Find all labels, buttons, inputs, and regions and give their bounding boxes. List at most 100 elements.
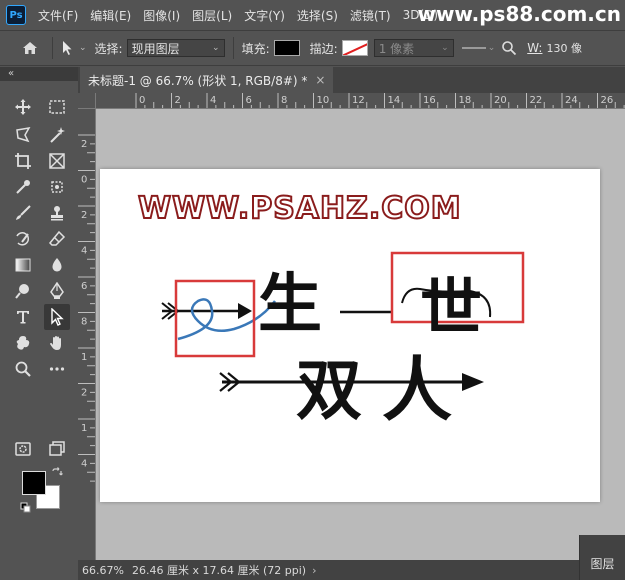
ruler-tick-label: 14 bbox=[388, 95, 401, 106]
search-icon[interactable] bbox=[501, 40, 517, 56]
eraser-tool[interactable] bbox=[44, 226, 70, 252]
drop-icon bbox=[52, 258, 62, 272]
hand-tool[interactable] bbox=[44, 330, 70, 356]
type-tool[interactable] bbox=[10, 304, 36, 330]
screen-mode-button[interactable] bbox=[44, 436, 70, 462]
menu-filter[interactable]: 滤镜(T) bbox=[350, 7, 391, 24]
type-icon bbox=[17, 311, 29, 324]
menu-file[interactable]: 文件(F) bbox=[38, 7, 78, 24]
crop-icon bbox=[15, 153, 31, 169]
menu-layer[interactable]: 图层(L) bbox=[192, 7, 232, 24]
stroke-color-swatch[interactable] bbox=[341, 40, 368, 56]
canvas-pasteboard[interactable]: WWW.PSAHZ.COM 生 一 世 双 人 bbox=[96, 109, 625, 560]
status-bar: 66.67% 26.46 厘米 x 17.64 厘米 (72 ppi) › bbox=[78, 560, 625, 580]
ruler-tick-label: 24 bbox=[565, 95, 578, 106]
close-icon[interactable]: × bbox=[315, 73, 325, 87]
stroke-type-picker[interactable] bbox=[461, 47, 486, 49]
vertical-ruler[interactable]: 2 0 2 4 6 8 1 2 1 4 bbox=[78, 109, 96, 560]
more-dots-icon bbox=[49, 367, 65, 371]
document-tab-bar: 未标题-1 @ 66.7% (形状 1, RGB/8#) * × bbox=[78, 67, 625, 93]
ruler-tick-label: 2 bbox=[81, 139, 87, 150]
menu-bar: Ps 文件(F) 编辑(E) 图像(I) 图层(L) 文字(Y) 选择(S) 滤… bbox=[0, 0, 625, 30]
screen-mode-icon bbox=[49, 441, 65, 456]
dodge-tool[interactable] bbox=[10, 278, 36, 304]
ruler-tick-label: 1 bbox=[81, 423, 87, 434]
quick-mask-button[interactable] bbox=[10, 436, 36, 462]
select-value: 现用图层 bbox=[131, 41, 180, 56]
path-select-arrow-icon bbox=[63, 41, 72, 55]
history-brush-tool[interactable] bbox=[10, 226, 36, 252]
marquee-tool[interactable] bbox=[44, 94, 70, 120]
blur-tool[interactable] bbox=[44, 252, 70, 278]
site-watermark: www.ps88.com.cn bbox=[417, 2, 621, 26]
fill-color-swatch[interactable] bbox=[273, 40, 300, 56]
magic-wand-tool[interactable] bbox=[44, 122, 70, 148]
menu-edit[interactable]: 编辑(E) bbox=[90, 7, 131, 24]
clone-stamp-tool[interactable] bbox=[44, 200, 70, 226]
stroke-width-field[interactable]: 1 像素 ⌄ bbox=[373, 39, 454, 57]
foreground-color-swatch[interactable] bbox=[22, 471, 46, 495]
menu-type[interactable]: 文字(Y) bbox=[244, 7, 285, 24]
width-label: W: bbox=[527, 41, 543, 55]
select-dropdown[interactable]: 现用图层 ⌄ bbox=[126, 39, 225, 57]
direct-selection-tool[interactable] bbox=[44, 304, 70, 330]
quick-mask-icon bbox=[15, 442, 31, 456]
artwork-shapes bbox=[161, 251, 525, 392]
zoom-level[interactable]: 66.67% bbox=[78, 564, 126, 577]
patch-tool[interactable] bbox=[44, 174, 70, 200]
swap-colors-icon[interactable] bbox=[51, 467, 63, 479]
document-tab[interactable]: 未标题-1 @ 66.7% (形状 1, RGB/8#) * × bbox=[80, 67, 334, 93]
pen-icon bbox=[50, 282, 64, 299]
ruler-tick-label: 18 bbox=[459, 95, 472, 106]
document-size-info: 26.46 厘米 x 17.64 厘米 (72 ppi) bbox=[132, 564, 307, 577]
ruler-tick-label: 22 bbox=[530, 95, 543, 106]
gradient-tool[interactable] bbox=[10, 252, 36, 278]
chevron-down-icon[interactable]: ⌄ bbox=[488, 43, 496, 53]
frame-icon bbox=[49, 153, 65, 169]
ruler-tick-label: 6 bbox=[246, 95, 252, 106]
ruler-origin[interactable] bbox=[78, 93, 96, 109]
rectangle-marquee-icon bbox=[49, 100, 65, 114]
ruler-tick-label: 8 bbox=[81, 317, 87, 328]
more-tools-button[interactable] bbox=[44, 356, 70, 382]
dodge-icon bbox=[15, 284, 29, 299]
highlight-box-left bbox=[174, 279, 256, 358]
move-tool[interactable] bbox=[10, 94, 36, 120]
ruler-tick-label: 0 bbox=[139, 95, 145, 106]
horizontal-ruler[interactable]: 0 2 4 6 8 10 12 14 16 18 20 22 24 26 bbox=[96, 93, 625, 109]
menu-image[interactable]: 图像(I) bbox=[143, 7, 180, 24]
default-colors-icon[interactable] bbox=[20, 502, 32, 514]
layers-panel-button[interactable]: 图层 bbox=[579, 535, 625, 580]
stroke-label: 描边: bbox=[309, 41, 338, 56]
width-value[interactable]: 130 像 bbox=[546, 40, 582, 56]
ruler-tick-label: 4 bbox=[81, 459, 87, 470]
fill-label: 填充: bbox=[241, 41, 270, 56]
photoshop-logo-icon[interactable]: Ps bbox=[6, 5, 26, 25]
arrow-head-2 bbox=[462, 373, 484, 391]
panel-collapse-toggle[interactable]: « bbox=[0, 67, 78, 81]
custom-shape-icon bbox=[16, 336, 30, 350]
frame-tool[interactable] bbox=[44, 148, 70, 174]
home-button[interactable] bbox=[16, 35, 44, 61]
brush-tool[interactable] bbox=[10, 200, 36, 226]
lasso-tool[interactable] bbox=[10, 122, 36, 148]
lasso-icon bbox=[16, 127, 31, 143]
pen-tool[interactable] bbox=[44, 278, 70, 304]
stroke-width-value: 1 像素 bbox=[378, 41, 415, 56]
status-menu-arrow-icon[interactable]: › bbox=[312, 564, 316, 577]
tool-preset-picker[interactable]: ⌄ bbox=[61, 40, 87, 56]
ruler-tick-label: 1 bbox=[81, 352, 87, 363]
document-canvas[interactable]: WWW.PSAHZ.COM 生 一 世 双 人 bbox=[100, 169, 600, 502]
layers-panel-label: 图层 bbox=[590, 557, 615, 571]
chevron-down-icon: ⌄ bbox=[79, 43, 87, 53]
custom-shape-tool[interactable] bbox=[10, 330, 36, 356]
zoom-tool[interactable] bbox=[10, 356, 36, 382]
menu-select[interactable]: 选择(S) bbox=[297, 7, 338, 24]
stamp-icon bbox=[51, 206, 63, 221]
eyedropper-tool[interactable] bbox=[10, 174, 36, 200]
glyph-ren: 人 bbox=[382, 348, 452, 431]
crop-tool[interactable] bbox=[10, 148, 36, 174]
gradient-icon bbox=[15, 258, 31, 272]
arrow-head-1 bbox=[238, 303, 252, 319]
ruler-tick-label: 2 bbox=[81, 388, 87, 399]
